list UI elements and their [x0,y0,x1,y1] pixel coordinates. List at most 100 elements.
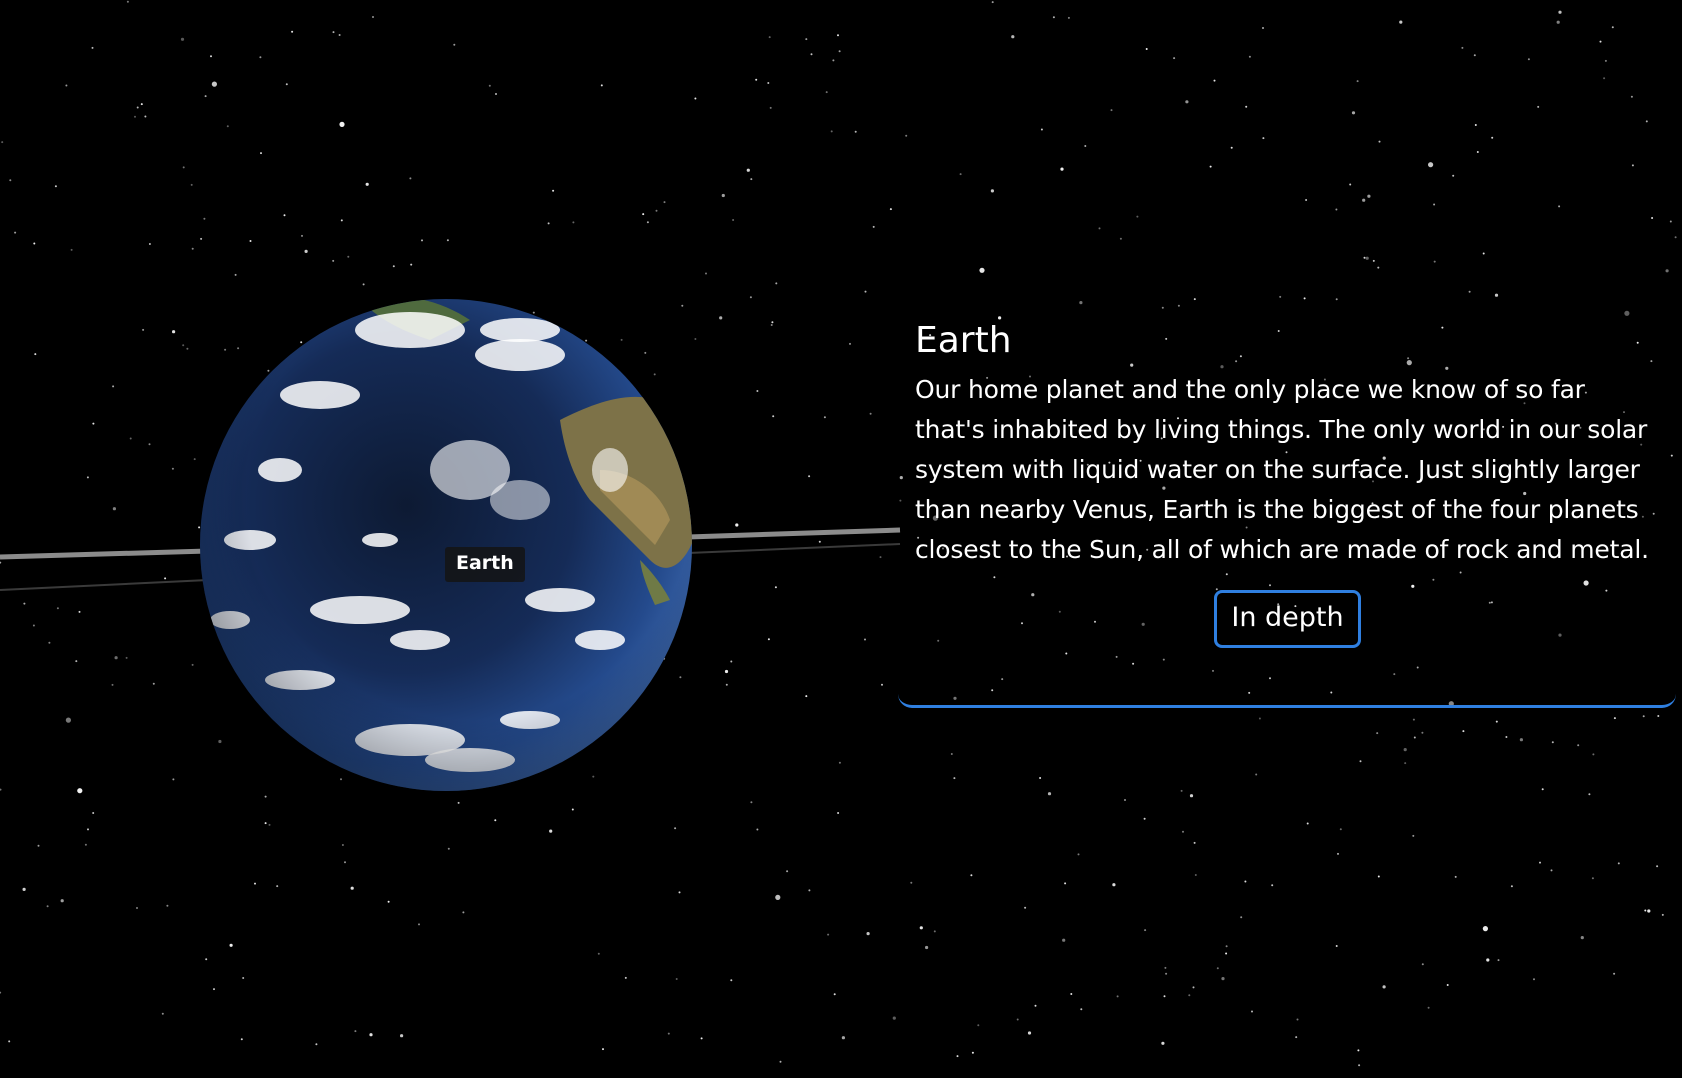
star [1454,875,1457,878]
star [494,819,497,822]
star [340,219,343,222]
star [1244,880,1247,883]
star [663,201,666,204]
star [749,296,752,299]
star [1011,35,1015,39]
star [786,870,789,873]
star [161,1012,164,1015]
star [1349,183,1352,186]
star [1209,165,1212,168]
star [1539,861,1541,864]
in-depth-button[interactable]: In depth [1214,590,1361,648]
star [203,217,206,220]
star [1016,1018,1019,1021]
star [291,30,294,33]
star [979,267,985,273]
star [732,219,735,221]
star [585,339,588,342]
star [1527,58,1530,61]
star [1588,793,1591,796]
star [488,84,491,87]
star [392,265,395,268]
star [933,930,936,933]
star [260,152,262,155]
star [1335,945,1338,947]
star [1144,929,1147,932]
star [1630,95,1633,98]
star [339,121,345,127]
star [1192,986,1195,989]
star [453,43,456,46]
star [1080,1008,1083,1011]
star [1193,841,1196,844]
star [833,993,836,996]
star [854,130,857,133]
star [1034,1004,1037,1007]
star [1,141,4,144]
star [547,222,550,225]
star [750,801,753,804]
star [1040,128,1043,131]
planet-title: Earth [915,320,1012,361]
star [1110,109,1113,112]
star [1482,252,1485,255]
star [65,717,71,723]
star [234,273,237,276]
star [810,53,813,56]
star [190,183,193,186]
star [841,1036,846,1040]
star [756,828,759,831]
star [1497,959,1500,962]
star [387,900,390,903]
star [959,173,962,176]
star [1098,227,1101,230]
star [186,347,189,350]
star [200,237,203,240]
star [1510,885,1513,888]
star [1070,993,1073,995]
star [1359,760,1362,763]
star [602,1048,604,1051]
star [172,330,176,334]
star [600,84,603,87]
star [977,1024,980,1027]
star [362,283,365,286]
star [950,753,953,755]
star [644,351,647,354]
star [142,328,145,331]
star [1077,853,1080,856]
star [1657,715,1660,717]
star [1116,995,1119,998]
star [724,669,729,674]
star [770,324,773,326]
star [1357,1049,1360,1052]
star [112,385,115,388]
star [34,353,37,356]
star [1339,828,1342,831]
star [767,638,770,641]
earth-label[interactable]: Earth [445,547,525,582]
star [242,977,245,979]
star [1245,105,1248,108]
star [1433,260,1436,263]
star [905,134,908,137]
star [249,240,252,242]
star [1647,909,1651,913]
star [14,231,17,234]
star [1173,57,1176,60]
star [1362,198,1366,202]
star [910,881,913,884]
star [1462,730,1465,733]
star [1305,199,1308,201]
star [218,739,222,744]
star [1248,55,1251,58]
star [1421,963,1424,966]
star [344,861,346,864]
star [750,178,753,181]
star [126,0,129,3]
star [182,166,185,169]
star [304,249,308,253]
star [125,656,128,659]
star [1541,788,1544,791]
star [400,1034,404,1038]
